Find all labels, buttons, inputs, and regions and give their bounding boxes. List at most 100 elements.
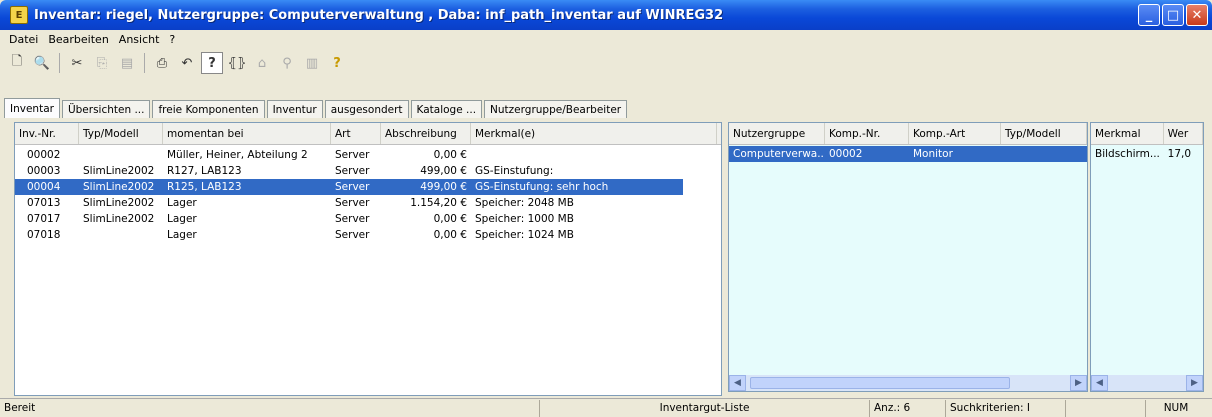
col-header-inv-nr[interactable]: Inv.-Nr.	[15, 123, 79, 144]
close-button[interactable]: ✕	[1186, 4, 1208, 26]
horizontal-scrollbar[interactable]: ◀ ▶	[729, 375, 1087, 391]
status-criteria: Suchkriterien: I	[946, 399, 1066, 417]
bracket-icon[interactable]: ⦃⦄	[226, 52, 248, 74]
tab-nutzergruppe[interactable]: Nutzergruppe/Bearbeiter	[484, 100, 628, 118]
cell-abschreibung: 499,00 €	[420, 181, 467, 193]
title-bar: E Inventar: riegel, Nutzergruppe: Comput…	[0, 0, 1212, 30]
scroll-thumb[interactable]	[750, 377, 1010, 389]
horizontal-scrollbar[interactable]: ◀ ▶	[1091, 375, 1203, 391]
undo-icon[interactable]: ↶	[176, 52, 198, 74]
cell-inv-nr: 00002	[27, 149, 61, 161]
chart-icon[interactable]: ▥	[301, 52, 323, 74]
toolbar-separator	[144, 53, 145, 73]
col-header-merkmal-detail[interactable]: Merkmal	[1091, 123, 1164, 144]
col-header-bei[interactable]: momentan bei	[163, 123, 331, 144]
inventory-rows: 00002 Müller, Heiner, Abteilung 2 Server…	[15, 145, 721, 243]
cell-abschreibung: 0,00 €	[433, 213, 467, 225]
cell-merkmal: Speicher: 1024 MB	[475, 229, 574, 241]
cell-inv-nr: 07017	[27, 213, 61, 225]
col-header-nutzergruppe[interactable]: Nutzergruppe	[729, 123, 825, 144]
cell-typ: SlimLine2002	[83, 213, 155, 225]
components-header: Nutzergruppe Komp.-Nr. Komp.-Art Typ/Mod…	[729, 123, 1087, 145]
col-header-merkmal[interactable]: Merkmal(e)	[471, 123, 717, 144]
cut-icon[interactable]: ✂	[66, 52, 88, 74]
copy-icon[interactable]: ⎘	[91, 52, 113, 74]
status-count: Anz.: 6	[870, 399, 946, 417]
menu-bar: Datei Bearbeiten Ansicht ?	[0, 30, 1212, 48]
table-row-selected[interactable]: Computerverwa... 00002 Monitor	[729, 146, 1087, 162]
table-row-selected[interactable]: 00004 SlimLine2002 R125, LAB123 Server 4…	[15, 179, 683, 195]
table-row[interactable]: Bildschirm... 17,0	[1091, 146, 1203, 162]
tab-ausgesondert[interactable]: ausgesondert	[324, 100, 409, 118]
col-header-typ-modell[interactable]: Typ/Modell	[1001, 123, 1087, 144]
help-icon[interactable]: ?	[201, 52, 223, 74]
menu-help[interactable]: ?	[164, 33, 180, 46]
table-row[interactable]: 07017 SlimLine2002 Lager Server 0,00 € S…	[15, 211, 721, 227]
maximize-button[interactable]: □	[1162, 4, 1184, 26]
col-header-abschreibung[interactable]: Abschreibung	[381, 123, 471, 144]
cell-inv-nr: 07018	[27, 229, 61, 241]
tab-inventar[interactable]: Inventar	[4, 98, 60, 118]
features-list[interactable]: Merkmal Wer Bildschirm... 17,0 ◀ ▶	[1090, 122, 1204, 392]
tab-uebersichten[interactable]: Übersichten ...	[61, 100, 151, 118]
cell-art: Server	[335, 229, 370, 241]
cell-art: Server	[335, 165, 370, 177]
cell-merkmal: GS-Einstufung: sehr hoch	[475, 181, 609, 193]
cell-merkmal: Speicher: 1000 MB	[475, 213, 574, 225]
menu-ansicht[interactable]: Ansicht	[114, 33, 165, 46]
cell-inv-nr: 00004	[27, 181, 61, 193]
table-row[interactable]: 07013 SlimLine2002 Lager Server 1.154,20…	[15, 195, 721, 211]
cell-typ: SlimLine2002	[83, 181, 155, 193]
preview-icon[interactable]: 🔍	[31, 52, 53, 74]
table-row[interactable]: 07018 Lager Server 0,00 € Speicher: 1024…	[15, 227, 721, 243]
cell-merkmal: Speicher: 2048 MB	[475, 197, 574, 209]
tab-inventur[interactable]: Inventur	[266, 100, 323, 118]
features-header: Merkmal Wer	[1091, 123, 1203, 145]
new-doc-icon[interactable]: 🗋	[6, 52, 28, 74]
cell-bei: Lager	[167, 229, 197, 241]
minimize-button[interactable]: _	[1138, 4, 1160, 26]
col-header-typ[interactable]: Typ/Modell	[79, 123, 163, 144]
menu-datei[interactable]: Datei	[4, 33, 43, 46]
table-row[interactable]: 00002 Müller, Heiner, Abteilung 2 Server…	[15, 147, 721, 163]
window-title: Inventar: riegel, Nutzergruppe: Computer…	[34, 7, 724, 23]
print-icon[interactable]: ⎙	[151, 52, 173, 74]
search-icon[interactable]: ⚲	[276, 52, 298, 74]
tab-freie-komponenten[interactable]: freie Komponenten	[152, 100, 265, 118]
components-list[interactable]: Nutzergruppe Komp.-Nr. Komp.-Art Typ/Mod…	[728, 122, 1088, 392]
status-num: NUM	[1163, 402, 1189, 414]
cell-merkmal: GS-Einstufung:	[475, 165, 554, 177]
cell-bei: R127, LAB123	[167, 165, 242, 177]
inventory-list[interactable]: Inv.-Nr. Typ/Modell momentan bei Art Abs…	[14, 122, 722, 396]
cell-inv-nr: 00003	[27, 165, 61, 177]
paste-icon[interactable]: ▤	[116, 52, 138, 74]
cell-inv-nr: 07013	[27, 197, 61, 209]
scroll-right-icon[interactable]: ▶	[1186, 375, 1203, 391]
toolbar: 🗋 🔍 ✂ ⎘ ▤ ⎙ ↶ ? ⦃⦄ ⌂ ⚲ ▥ ?	[0, 50, 1212, 76]
cell-wert: 17,0	[1167, 148, 1192, 160]
col-header-komp-nr[interactable]: Komp.-Nr.	[825, 123, 909, 144]
cell-merkmal-detail: Bildschirm...	[1095, 148, 1160, 160]
cell-bei: R125, LAB123	[167, 181, 242, 193]
cell-art: Server	[335, 197, 370, 209]
tab-bar: Inventar Übersichten ... freie Komponent…	[4, 98, 629, 118]
menu-bearbeiten[interactable]: Bearbeiten	[43, 33, 113, 46]
cell-abschreibung: 499,00 €	[420, 165, 467, 177]
col-header-art[interactable]: Art	[331, 123, 381, 144]
cell-art: Server	[335, 213, 370, 225]
tab-kataloge[interactable]: Kataloge ...	[410, 100, 483, 118]
cell-typ: SlimLine2002	[83, 165, 155, 177]
col-header-komp-art[interactable]: Komp.-Art	[909, 123, 1001, 144]
scroll-left-icon[interactable]: ◀	[729, 375, 746, 391]
cell-art: Server	[335, 149, 370, 161]
status-ready: Bereit	[0, 399, 540, 417]
inventory-header: Inv.-Nr. Typ/Modell momentan bei Art Abs…	[15, 123, 721, 145]
question-icon[interactable]: ?	[326, 52, 348, 74]
scroll-left-icon[interactable]: ◀	[1091, 375, 1108, 391]
building-icon[interactable]: ⌂	[251, 52, 273, 74]
scroll-right-icon[interactable]: ▶	[1070, 375, 1087, 391]
cell-abschreibung: 0,00 €	[433, 149, 467, 161]
table-row[interactable]: 00003 SlimLine2002 R127, LAB123 Server 4…	[15, 163, 721, 179]
col-header-wert[interactable]: Wer	[1164, 123, 1203, 144]
status-bar: Bereit Inventargut-Liste Anz.: 6 Suchkri…	[0, 398, 1212, 417]
